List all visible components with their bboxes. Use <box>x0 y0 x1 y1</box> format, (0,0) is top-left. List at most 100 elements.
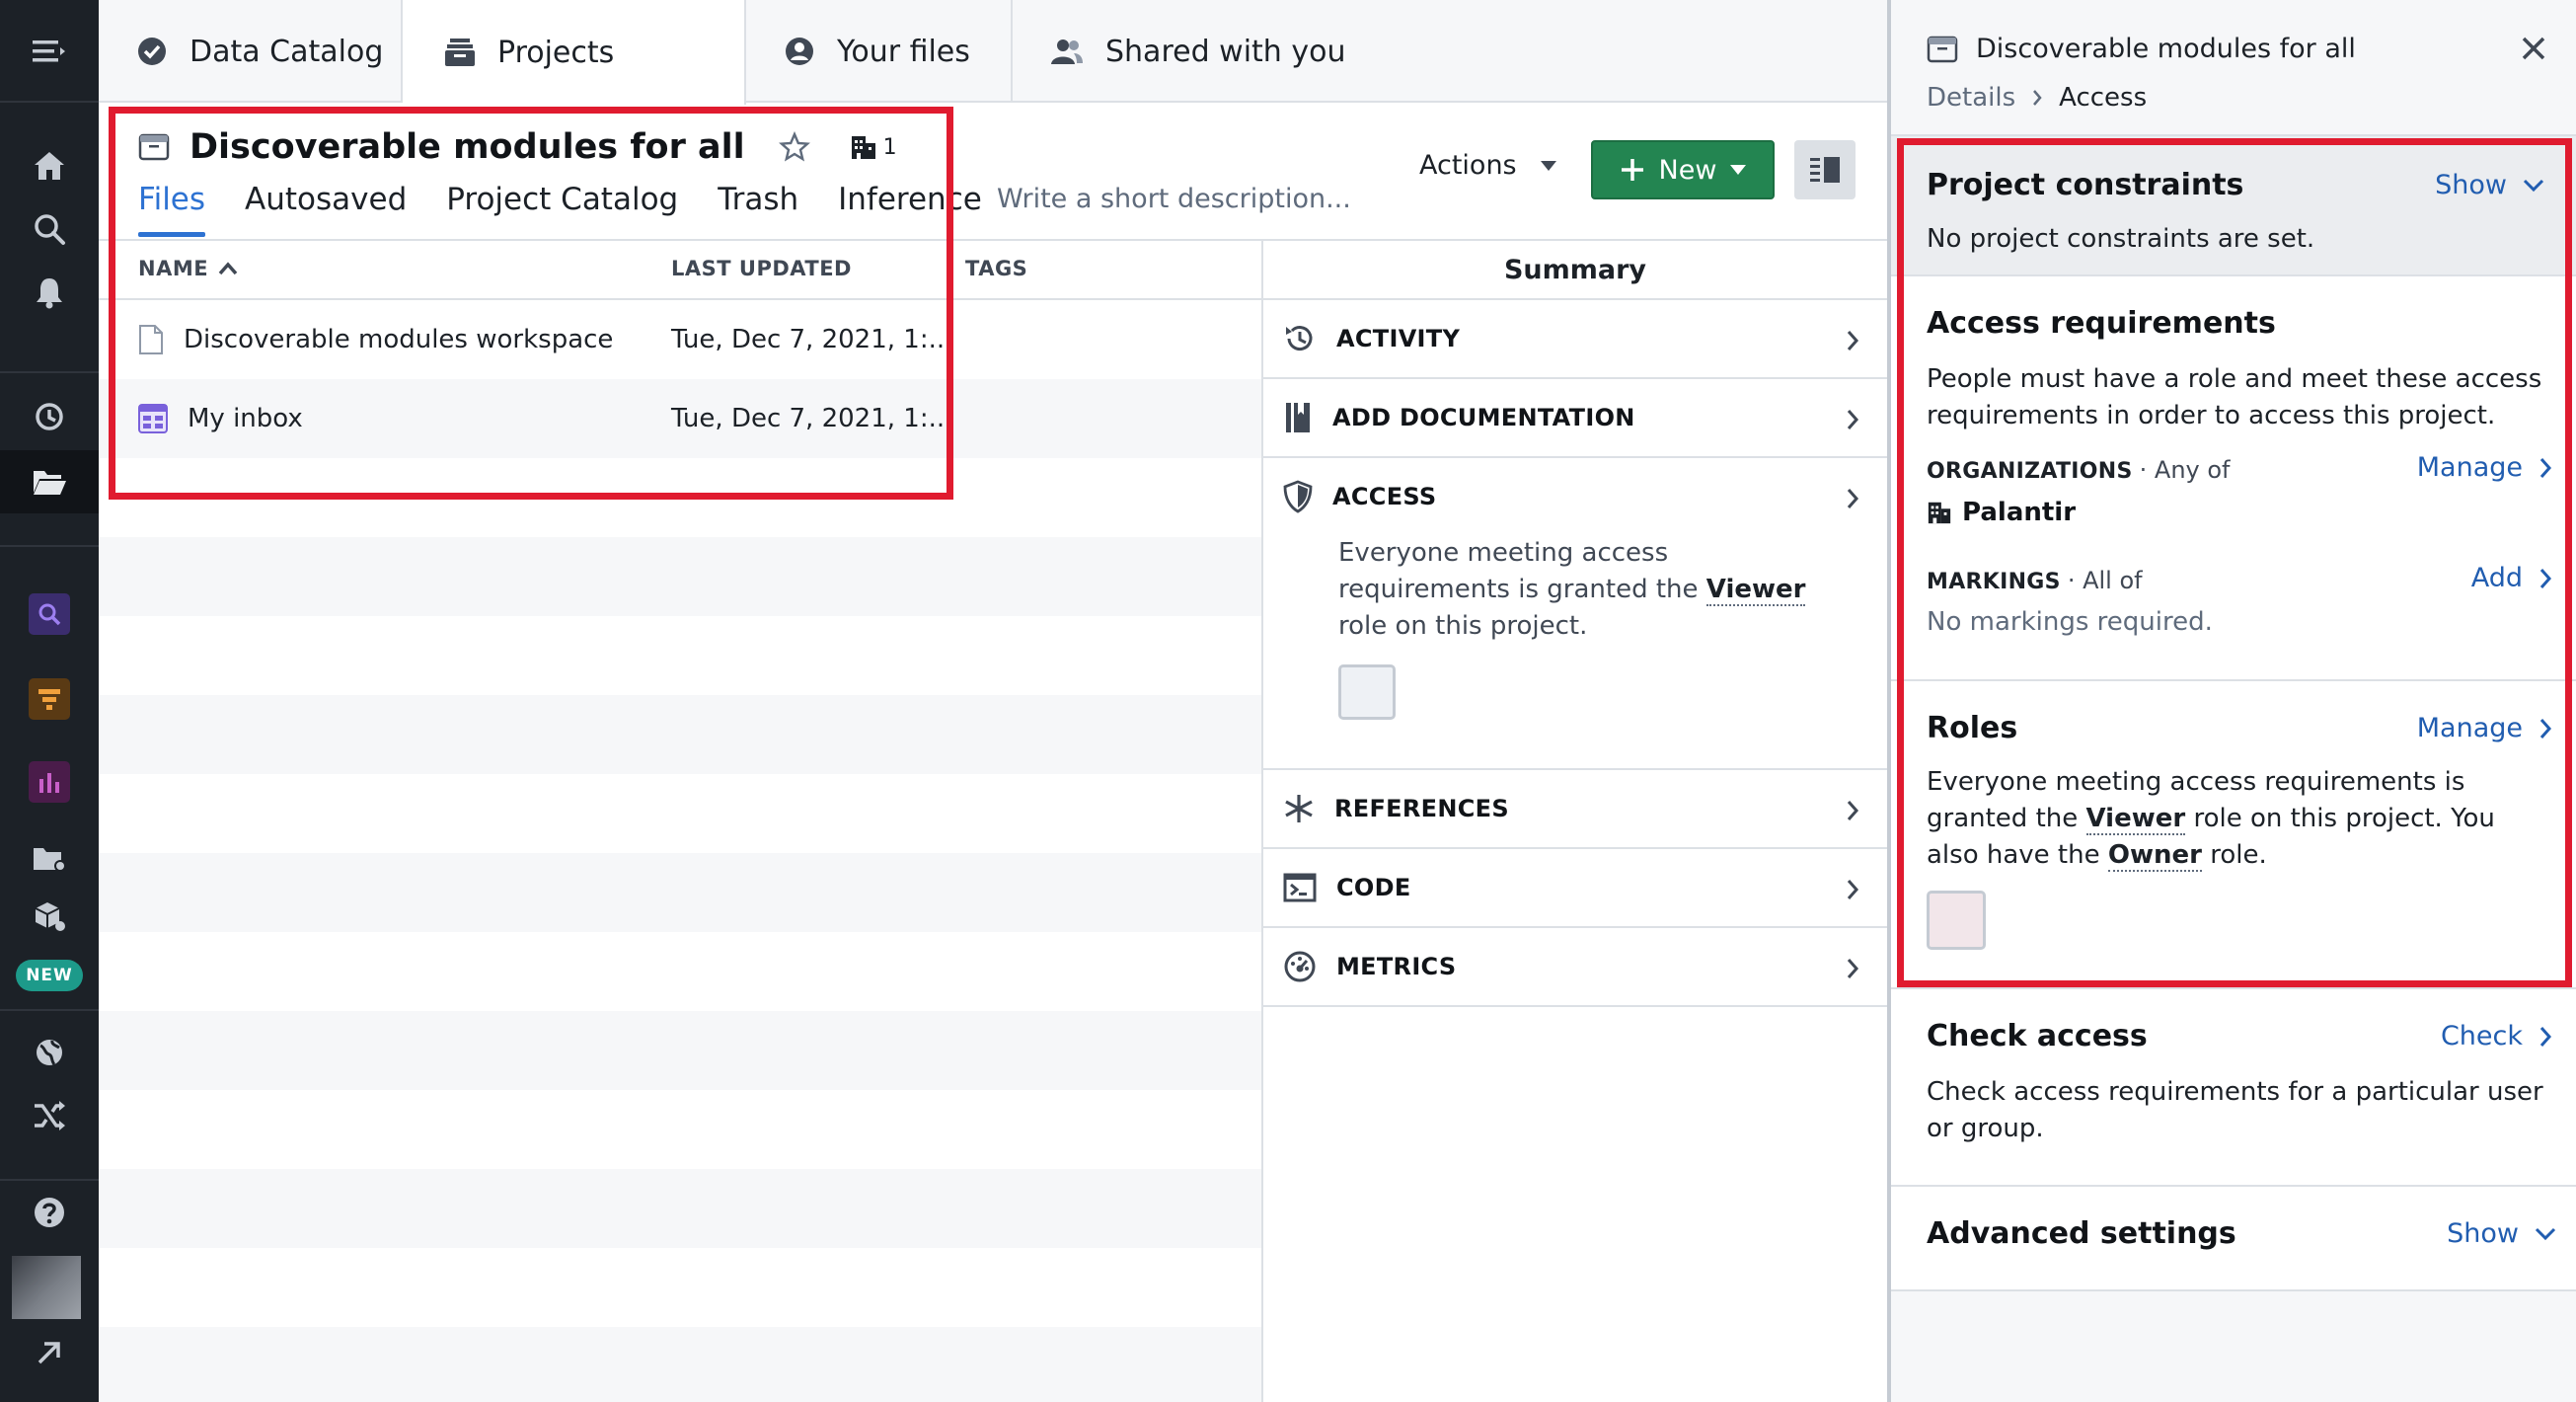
subtab-files[interactable]: Files <box>138 176 206 237</box>
top-navigation: Data Catalog Projects Your files Shared … <box>99 0 1887 105</box>
expand-sidebar-button[interactable] <box>0 1321 99 1384</box>
file-name[interactable]: My inbox <box>188 404 303 433</box>
section-text: Check access requirements for a particul… <box>1927 1077 2543 1143</box>
chevron-down-icon <box>2523 179 2544 193</box>
drawer-header: Discoverable modules for all Details Acc… <box>1891 0 2576 136</box>
tab-projects[interactable]: Projects <box>403 0 746 105</box>
app-sidebar: NEW <box>0 0 99 1402</box>
column-last-updated-header[interactable]: LAST UPDATED <box>671 257 852 280</box>
subtab-inference[interactable]: Inference <box>838 176 982 237</box>
summary-activity[interactable]: ACTIVITY <box>1263 300 1887 379</box>
markings-value: No markings required. <box>1927 607 2213 637</box>
subtab-trash[interactable]: Trash <box>718 176 798 237</box>
home-button[interactable] <box>0 134 99 197</box>
history-icon <box>33 400 66 433</box>
search-button[interactable] <box>0 197 99 261</box>
markings-caption: MARKINGS · All of <box>1927 567 2143 594</box>
roles-section: Roles Manage Everyone meeting access req… <box>1891 681 2576 989</box>
show-constraints-button[interactable]: Show <box>2435 170 2544 200</box>
history-icon <box>1283 322 1317 355</box>
favorite-star-icon[interactable] <box>778 131 810 163</box>
document-icon <box>138 324 164 355</box>
inbox-icon <box>138 404 168 433</box>
recent-button[interactable] <box>0 385 99 448</box>
app-analytics-button[interactable] <box>0 750 99 814</box>
actions-menu-button[interactable]: Actions <box>1419 150 1556 181</box>
help-button[interactable] <box>0 1181 99 1244</box>
user-avatar[interactable] <box>12 1256 81 1319</box>
tab-shared-with-you[interactable]: Shared with you <box>1013 0 1887 103</box>
notifications-button[interactable] <box>0 261 99 324</box>
viewer-role-link[interactable]: Viewer <box>2085 804 2186 835</box>
summary-add-documentation[interactable]: ADD DOCUMENTATION <box>1263 379 1887 458</box>
summary-item-label: CODE <box>1336 874 1411 901</box>
organization-chip: Palantir <box>1927 498 2076 527</box>
breadcrumb: Details Access <box>1927 83 2147 113</box>
link-label: Add <box>2470 563 2523 593</box>
new-button[interactable]: New <box>1591 140 1775 199</box>
shuffle-button[interactable] <box>0 1084 99 1147</box>
toggle-details-panel-button[interactable] <box>1794 140 1856 199</box>
link-label: Manage <box>2416 713 2523 743</box>
summary-item-label: ACTIVITY <box>1336 325 1461 352</box>
manage-organizations-button[interactable]: Manage <box>2417 452 2552 483</box>
column-tags-header[interactable]: TAGS <box>965 257 1027 280</box>
file-last-updated: Tue, Dec 7, 2021, 1:... <box>671 404 953 433</box>
marketplace-button[interactable] <box>0 885 99 948</box>
summary-references[interactable]: REFERENCES <box>1263 770 1887 849</box>
check-access-button[interactable]: Check <box>2441 1021 2552 1052</box>
organization-name: Palantir <box>1962 498 2077 527</box>
tab-your-files[interactable]: Your files <box>746 0 1013 103</box>
subtab-project-catalog[interactable]: Project Catalog <box>446 176 678 237</box>
book-icon <box>1283 401 1313 434</box>
close-icon[interactable] <box>2521 36 2546 61</box>
manage-roles-button[interactable]: Manage <box>2417 713 2552 743</box>
magnifier-tile-icon <box>29 593 70 635</box>
subtab-autosaved[interactable]: Autosaved <box>245 176 407 237</box>
section-title: Project constraints <box>1927 168 2244 202</box>
plus-icon <box>1620 157 1645 183</box>
project-title: Discoverable modules for all <box>189 127 745 167</box>
access-summary-text: Everyone meeting access requirements is … <box>1263 535 1887 645</box>
organization-icon[interactable] <box>850 133 877 161</box>
summary-item-label: ACCESS <box>1332 483 1437 510</box>
new-label: New <box>1658 154 1717 186</box>
files-button[interactable] <box>0 450 99 513</box>
menu-toggle-button[interactable] <box>0 20 99 83</box>
check-circle-icon <box>136 36 168 67</box>
globe-button[interactable] <box>0 1021 99 1084</box>
breadcrumb-details[interactable]: Details <box>1927 83 2015 113</box>
summary-metrics[interactable]: METRICS <box>1263 928 1887 1007</box>
column-name-header[interactable]: NAME <box>138 257 238 280</box>
summary-item-label: REFERENCES <box>1334 795 1509 822</box>
table-row[interactable]: My inbox Tue, Dec 7, 2021, 1:... <box>99 379 1261 458</box>
drawer-title: Discoverable modules for all <box>1976 34 2356 64</box>
owner-role-link[interactable]: Owner <box>2107 840 2202 872</box>
tab-label: Projects <box>497 35 615 70</box>
summary-code[interactable]: CODE <box>1263 849 1887 928</box>
viewer-role-link[interactable]: Viewer <box>1705 575 1806 606</box>
project-subtabs: Files Autosaved Project Catalog Trash In… <box>138 176 1022 239</box>
new-feature-badge[interactable]: NEW <box>0 944 99 1007</box>
chevron-right-icon <box>1846 409 1859 430</box>
organizations-caption: ORGANIZATIONS · Any of <box>1927 456 2231 484</box>
chevron-right-icon <box>1846 330 1859 351</box>
section-title: Roles <box>1927 711 2018 745</box>
access-avatar-placeholder <box>1338 664 1396 720</box>
tab-data-catalog[interactable]: Data Catalog <box>99 0 403 103</box>
summary-access[interactable]: ACCESS Everyone meeting access requireme… <box>1263 458 1887 770</box>
chevron-right-icon <box>2031 89 2043 107</box>
chevron-right-icon <box>1846 488 1859 509</box>
bell-icon <box>34 275 65 309</box>
table-row[interactable]: Discoverable modules workspace Tue, Dec … <box>99 300 1261 379</box>
actions-label: Actions <box>1419 150 1517 181</box>
app-quiver-button[interactable] <box>0 583 99 646</box>
show-advanced-button[interactable]: Show <box>2447 1218 2556 1249</box>
project-description-input[interactable]: Write a short description... <box>997 184 1351 214</box>
folder-settings-button[interactable] <box>0 827 99 891</box>
file-name[interactable]: Discoverable modules workspace <box>184 325 613 354</box>
add-markings-button[interactable]: Add <box>2471 563 2552 593</box>
folder-gear-icon <box>32 844 67 874</box>
funnel-tile-icon <box>29 678 70 720</box>
app-pipeline-button[interactable] <box>0 667 99 731</box>
